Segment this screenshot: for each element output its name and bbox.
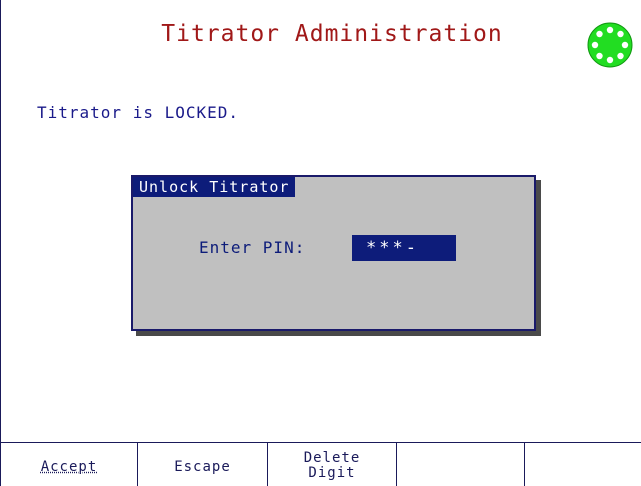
page-title: Titrator Administration	[161, 21, 503, 47]
titrator-screen: Titrator Administration Titrator is LOCK…	[0, 0, 641, 486]
dialog-title: Unlock Titrator	[133, 177, 296, 197]
softkey-bar: Accept Escape Delete Digit	[1, 442, 641, 486]
pin-input[interactable]: ***-	[352, 235, 456, 261]
status-indicator-icon	[587, 22, 633, 68]
lock-status-text: Titrator is LOCKED.	[37, 103, 240, 122]
softkey-5[interactable]	[525, 443, 641, 486]
accept-button[interactable]: Accept	[1, 443, 138, 486]
delete-digit-button[interactable]: Delete Digit	[268, 443, 397, 486]
escape-button-label: Escape	[174, 459, 231, 475]
escape-button[interactable]: Escape	[138, 443, 268, 486]
softkey-4[interactable]	[397, 443, 525, 486]
accept-button-label: Accept	[40, 459, 98, 475]
unlock-dialog: Unlock Titrator Enter PIN: ***-	[131, 175, 536, 331]
delete-digit-button-label: Delete Digit	[303, 450, 361, 481]
pin-label: Enter PIN:	[199, 238, 306, 257]
